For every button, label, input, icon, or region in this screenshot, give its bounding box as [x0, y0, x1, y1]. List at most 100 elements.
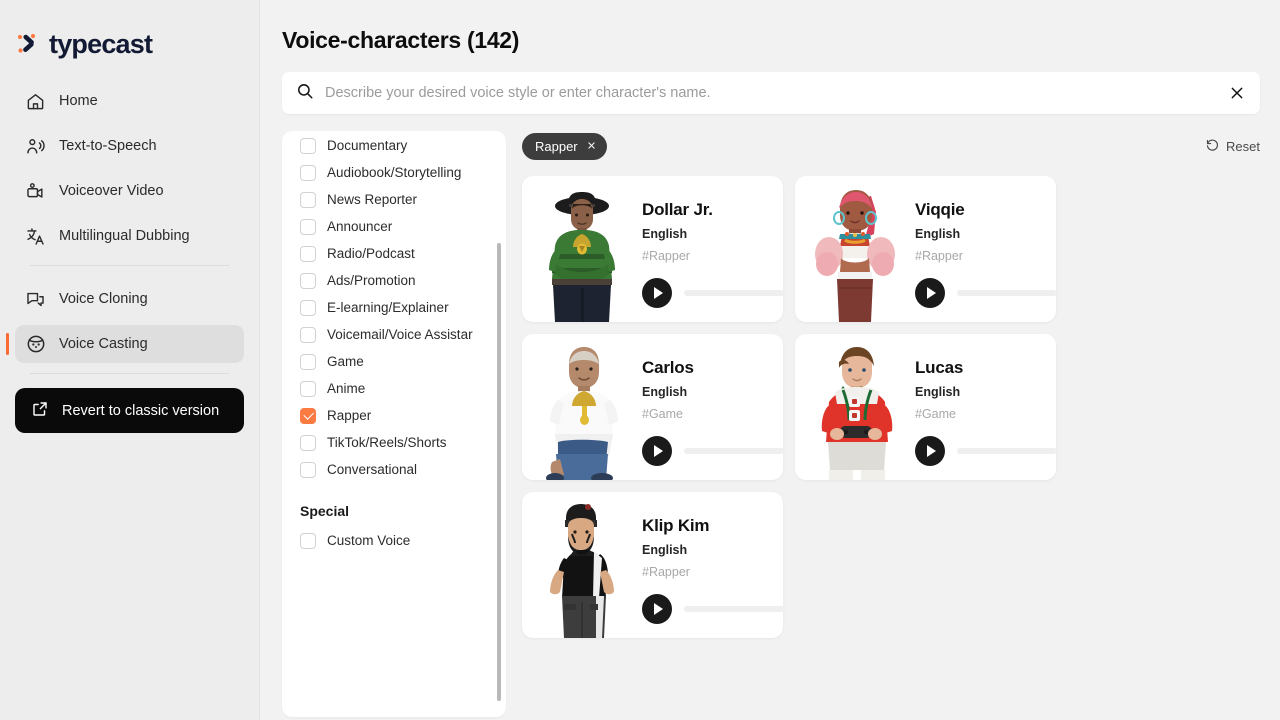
- checkbox-icon[interactable]: [300, 246, 316, 262]
- filter-option[interactable]: Game: [300, 348, 488, 375]
- play-button[interactable]: [915, 278, 945, 308]
- sidebar-item-text-to-speech[interactable]: Text-to-Speech: [15, 127, 244, 165]
- video-camera-icon: [25, 181, 46, 202]
- filter-option-label: Radio/Podcast: [327, 246, 415, 261]
- character-avatar: [522, 492, 642, 638]
- play-button[interactable]: [642, 594, 672, 624]
- play-icon: [654, 445, 663, 457]
- checkbox-icon[interactable]: [300, 273, 316, 289]
- filter-option[interactable]: News Reporter: [300, 186, 488, 213]
- audio-player: [915, 436, 1056, 466]
- card-info: Carlos English #Game: [642, 334, 783, 480]
- filter-option-label: Announcer: [327, 219, 392, 234]
- character-name: Viqqie: [915, 200, 1056, 220]
- filter-scrollbar[interactable]: [497, 243, 501, 701]
- filter-panel: Young adult Middle-aged Elder: [282, 131, 506, 717]
- brand-logo[interactable]: typecast: [0, 0, 259, 62]
- reset-button[interactable]: Reset: [1205, 137, 1260, 155]
- sidebar-item-label: Home: [59, 93, 98, 109]
- play-icon: [654, 287, 663, 299]
- checkbox-icon-checked[interactable]: [300, 408, 316, 424]
- filter-option[interactable]: Anime: [300, 375, 488, 402]
- app-root: typecast Home: [0, 0, 1280, 720]
- audio-progress-track[interactable]: [957, 290, 1056, 296]
- checkbox-icon[interactable]: [300, 219, 316, 235]
- chip-remove-icon[interactable]: [587, 140, 596, 152]
- checkbox-icon[interactable]: [300, 435, 316, 451]
- character-avatar: [795, 176, 915, 322]
- sidebar-divider: [30, 265, 229, 266]
- checkbox-icon[interactable]: [300, 381, 316, 397]
- filter-option[interactable]: Custom Voice: [300, 527, 488, 554]
- filter-option[interactable]: Conversational: [300, 456, 488, 483]
- character-avatar: [795, 334, 915, 480]
- filter-option[interactable]: Ads/Promotion: [300, 267, 488, 294]
- chat-bubbles-icon: [25, 289, 46, 310]
- filter-option[interactable]: TikTok/Reels/Shorts: [300, 429, 488, 456]
- audio-progress-track[interactable]: [957, 448, 1056, 454]
- sidebar-item-voice-casting[interactable]: Voice Casting: [15, 325, 244, 363]
- results-area: Rapper: [522, 131, 1260, 717]
- play-icon: [927, 445, 936, 457]
- filter-scrollbar-thumb[interactable]: [497, 243, 501, 701]
- audio-progress-track[interactable]: [684, 448, 783, 454]
- clear-search-button[interactable]: [1226, 82, 1248, 104]
- translate-icon: [25, 226, 46, 247]
- filter-chip-rapper[interactable]: Rapper: [522, 133, 607, 160]
- sidebar-item-voiceover-video[interactable]: Voiceover Video: [15, 172, 244, 210]
- audio-progress-track[interactable]: [684, 606, 783, 612]
- revert-button-label: Revert to classic version: [62, 403, 219, 419]
- sidebar-item-voice-cloning[interactable]: Voice Cloning: [15, 280, 244, 318]
- chip-label: Rapper: [535, 139, 578, 154]
- audio-progress-track[interactable]: [684, 290, 783, 296]
- checkbox-icon[interactable]: [300, 138, 316, 154]
- sidebar: typecast Home: [0, 0, 260, 720]
- checkbox-icon[interactable]: [300, 354, 316, 370]
- search-input[interactable]: [314, 85, 1226, 101]
- filter-option-label: Rapper: [327, 408, 371, 423]
- search-icon: [296, 82, 314, 105]
- checkbox-icon[interactable]: [300, 533, 316, 549]
- filter-option-label: Documentary: [327, 138, 407, 153]
- revert-to-classic-button[interactable]: Revert to classic version: [15, 388, 244, 433]
- filter-option[interactable]: Radio/Podcast: [300, 240, 488, 267]
- voice-character-card[interactable]: Lucas English #Game: [795, 334, 1056, 480]
- filter-option[interactable]: Announcer: [300, 213, 488, 240]
- play-button[interactable]: [915, 436, 945, 466]
- checkbox-icon[interactable]: [300, 192, 316, 208]
- filter-scroll-area: Young adult Middle-aged Elder: [282, 131, 506, 717]
- checkbox-icon[interactable]: [300, 327, 316, 343]
- character-tag: #Game: [915, 407, 1056, 421]
- sidebar-item-label: Text-to-Speech: [59, 138, 157, 154]
- filter-option[interactable]: Audiobook/Storytelling: [300, 159, 488, 186]
- filter-option-label: Anime: [327, 381, 365, 396]
- checkbox-icon[interactable]: [300, 165, 316, 181]
- filter-option[interactable]: Voicemail/Voice Assistar: [300, 321, 488, 348]
- card-info: Lucas English #Game: [915, 334, 1056, 480]
- voice-character-card[interactable]: Carlos English #Game: [522, 334, 783, 480]
- character-name: Lucas: [915, 358, 1056, 378]
- checkbox-icon[interactable]: [300, 300, 316, 316]
- character-avatar: [522, 176, 642, 322]
- checkbox-icon[interactable]: [300, 462, 316, 478]
- filter-option-rapper[interactable]: Rapper: [300, 402, 488, 429]
- sidebar-item-label: Voice Casting: [59, 336, 148, 352]
- play-button[interactable]: [642, 278, 672, 308]
- voice-character-card[interactable]: Viqqie English #Rapper: [795, 176, 1056, 322]
- audio-player: [642, 594, 783, 624]
- filter-option[interactable]: Documentary: [300, 132, 488, 159]
- sidebar-item-label: Voiceover Video: [59, 183, 164, 199]
- sidebar-item-multilingual-dubbing[interactable]: Multilingual Dubbing: [15, 217, 244, 255]
- voice-character-card[interactable]: Dollar Jr. English #Rapper: [522, 176, 783, 322]
- sidebar-item-label: Voice Cloning: [59, 291, 148, 307]
- voice-character-card[interactable]: Klip Kim English #Rapper: [522, 492, 783, 638]
- character-tag: #Game: [642, 407, 783, 421]
- filter-option-label: News Reporter: [327, 192, 417, 207]
- sidebar-item-home[interactable]: Home: [15, 82, 244, 120]
- play-button[interactable]: [642, 436, 672, 466]
- search-bar[interactable]: [282, 72, 1260, 114]
- revert-section: Revert to classic version: [0, 388, 259, 433]
- external-link-icon: [31, 400, 49, 422]
- character-name: Carlos: [642, 358, 783, 378]
- filter-option[interactable]: E-learning/Explainer: [300, 294, 488, 321]
